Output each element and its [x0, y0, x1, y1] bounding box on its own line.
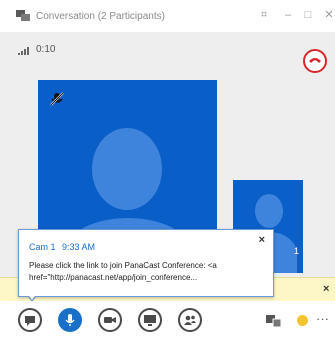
- participants-icon: [184, 315, 196, 325]
- toast-sender: Cam 1: [29, 242, 56, 252]
- close-icon[interactable]: ×: [323, 283, 329, 295]
- hang-up-button[interactable]: [303, 49, 327, 73]
- window-title: Conversation (2 Participants): [36, 11, 165, 22]
- video-camera-icon: [104, 317, 116, 323]
- participant-avatar-head: [92, 128, 162, 210]
- message-toast[interactable]: × Cam 1 9:33 AM Please click the link to…: [18, 229, 274, 297]
- participants-button[interactable]: [178, 308, 202, 332]
- emoji-icon[interactable]: [297, 315, 308, 326]
- toast-header: Cam 1 9:33 AM: [29, 242, 95, 252]
- conversation-app-icon: [16, 10, 30, 21]
- close-icon[interactable]: ×: [259, 234, 265, 246]
- im-icon: [25, 316, 35, 326]
- hang-up-icon: [309, 58, 321, 63]
- minimize-icon[interactable]: –: [280, 7, 296, 23]
- microphone-button[interactable]: [58, 308, 82, 332]
- signal-strength-icon: [18, 47, 29, 55]
- im-button[interactable]: [18, 308, 42, 332]
- devices-icon[interactable]: [266, 314, 282, 328]
- present-button[interactable]: [138, 308, 162, 332]
- microphone-icon: [65, 314, 75, 326]
- microphone-muted-icon: [50, 92, 64, 106]
- conversation-window: Conversation (2 Participants) ⌗ – □ ✕ 0:…: [0, 0, 335, 339]
- more-options-icon[interactable]: ···: [316, 311, 329, 326]
- call-duration: 0:10: [36, 44, 56, 55]
- self-avatar-head: [255, 194, 283, 228]
- toast-time: 9:33 AM: [62, 242, 96, 252]
- toast-pointer-fill: [27, 293, 37, 300]
- snap-icon[interactable]: ⌗: [256, 7, 272, 23]
- call-toolbar: ···: [0, 301, 335, 339]
- present-icon: [144, 315, 156, 326]
- title-bar: Conversation (2 Participants) ⌗ – □ ✕: [0, 0, 335, 32]
- close-icon[interactable]: ✕: [321, 7, 335, 23]
- toast-message: Please click the link to join PanaCast C…: [29, 261, 217, 282]
- video-button[interactable]: [98, 308, 122, 332]
- self-view-label: 1: [294, 246, 300, 256]
- maximize-icon[interactable]: □: [300, 7, 316, 23]
